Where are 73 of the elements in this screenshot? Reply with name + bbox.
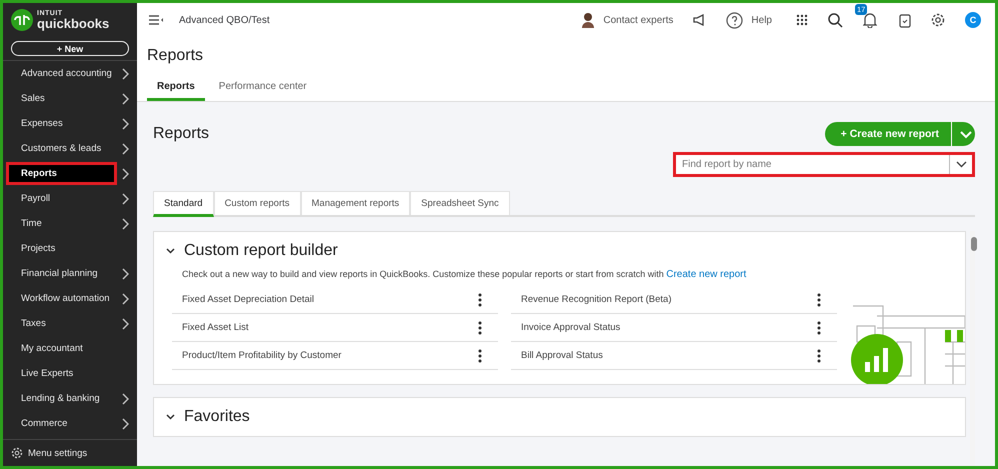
sidebar-item[interactable]: Customers & leads — [6, 137, 116, 160]
chevron-right-icon[interactable] — [122, 168, 129, 180]
menu-icon[interactable] — [149, 15, 163, 25]
more-options-icon[interactable] — [817, 348, 821, 362]
sidebar-item[interactable]: Reports — [6, 162, 117, 185]
new-button[interactable]: + New — [11, 41, 129, 56]
chevron-right-icon[interactable] — [122, 292, 129, 304]
sidebar-item[interactable]: Workflow automation — [6, 287, 116, 310]
section-title[interactable]: Favorites — [184, 408, 250, 426]
avatar-icon[interactable] — [581, 12, 596, 28]
contact-experts-link[interactable]: Contact experts — [603, 14, 674, 26]
page-tab[interactable]: Reports — [147, 81, 205, 101]
report-link[interactable]: Revenue Recognition Report (Beta) — [521, 294, 672, 305]
megaphone-icon[interactable] — [693, 14, 706, 26]
chevron-right-icon[interactable] — [122, 318, 129, 330]
more-options-icon[interactable] — [478, 292, 482, 306]
brand-name: quickbooks — [37, 17, 110, 30]
report-link[interactable]: Fixed Asset Depreciation Detail — [182, 294, 314, 305]
settings-icon[interactable] — [931, 13, 945, 27]
report-search-field[interactable]: Find report by name — [673, 152, 975, 177]
reports-heading: Reports — [153, 125, 210, 143]
menu-settings-link[interactable]: Menu settings — [28, 448, 88, 458]
chevron-right-icon[interactable] — [122, 68, 129, 80]
report-link[interactable]: Product/Item Profitability by Customer — [182, 350, 342, 361]
clipboard-icon[interactable] — [899, 12, 911, 28]
sidebar-item[interactable]: Advanced accounting — [6, 62, 116, 85]
report-tab[interactable]: Spreadsheet Sync — [410, 191, 510, 215]
scrollbar[interactable] — [970, 231, 975, 466]
sidebar-item[interactable]: Commerce — [6, 412, 116, 435]
chevron-right-icon[interactable] — [122, 92, 129, 104]
sidebar-item[interactable]: My accountant — [6, 337, 116, 360]
chevron-icon[interactable] — [166, 414, 175, 420]
report-tab[interactable]: Standard — [153, 191, 214, 217]
apps-grid-icon[interactable] — [796, 14, 808, 26]
section-title[interactable]: Custom report builder — [184, 242, 338, 260]
create-dropdown-button[interactable] — [951, 122, 975, 146]
report-link[interactable]: Fixed Asset List — [182, 322, 249, 333]
chevron-right-icon[interactable] — [122, 392, 129, 404]
chevron-right-icon[interactable] — [122, 142, 129, 154]
caret-down-icon[interactable] — [956, 161, 966, 168]
sidebar-item[interactable]: Projects — [6, 237, 116, 260]
more-options-icon[interactable] — [817, 320, 821, 334]
chevron-right-icon[interactable] — [122, 118, 129, 130]
chevron-right-icon[interactable] — [122, 268, 129, 280]
chevron-right-icon[interactable] — [122, 218, 129, 230]
bell-icon[interactable] — [863, 12, 877, 28]
report-link[interactable]: Bill Approval Status — [521, 350, 603, 361]
chevron-right-icon[interactable] — [122, 418, 129, 430]
section-description: Check out a new way to build and view reports in QuickBooks. Customize these popular reports or start from scratch with — [182, 269, 664, 279]
chevron-icon[interactable] — [166, 248, 175, 254]
page-title: Reports — [147, 47, 204, 65]
quickbooks-logo-icon — [11, 9, 33, 31]
company-name: Advanced QBO/Test — [179, 14, 270, 26]
sidebar-item[interactable]: Payroll — [6, 187, 116, 210]
help-icon[interactable] — [726, 12, 744, 28]
sidebar-item[interactable]: Expenses — [6, 112, 116, 135]
report-link[interactable]: Invoice Approval Status — [521, 322, 620, 333]
more-options-icon[interactable] — [478, 320, 482, 334]
sidebar-item[interactable]: Live Experts — [6, 362, 116, 385]
sidebar-item[interactable]: Lending & banking — [6, 387, 116, 410]
report-tab[interactable]: Custom reports — [214, 191, 300, 215]
more-options-icon[interactable] — [817, 292, 821, 306]
sidebar-item[interactable]: Time — [6, 212, 116, 235]
sidebar-item[interactable]: Taxes — [6, 312, 116, 335]
sidebar-item[interactable]: Financial planning — [6, 262, 116, 285]
create-report-link[interactable]: Create new report — [666, 269, 746, 280]
sidebar-item[interactable]: Sales — [6, 87, 116, 110]
help-link[interactable]: Help — [751, 14, 772, 26]
chevron-right-icon[interactable] — [122, 192, 129, 204]
more-options-icon[interactable] — [478, 348, 482, 362]
page-tab[interactable]: Performance center — [208, 81, 317, 101]
report-tab[interactable]: Management reports — [300, 191, 410, 215]
search-icon[interactable] — [828, 12, 843, 28]
